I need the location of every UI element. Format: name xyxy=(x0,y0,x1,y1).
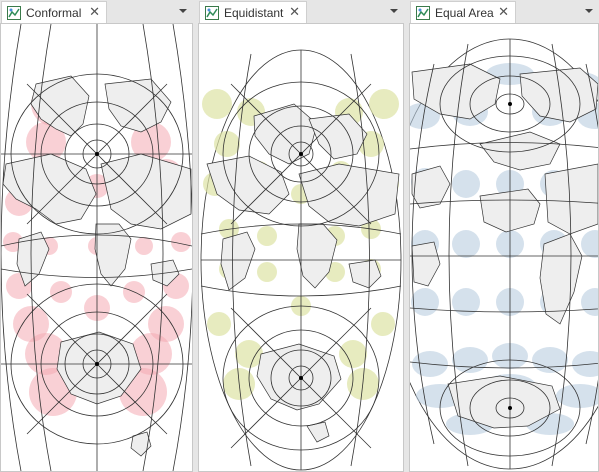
north-pole-marker xyxy=(508,102,512,106)
map-pane-equidistant: Equidistant ✕ xyxy=(198,0,404,472)
map-icon xyxy=(416,5,430,20)
map-pane-conformal: Conformal ✕ xyxy=(0,0,193,472)
tab-equidistant[interactable]: Equidistant ✕ xyxy=(199,1,307,23)
north-pole-marker xyxy=(95,152,99,156)
conformal-map xyxy=(1,24,192,471)
chevron-down-icon[interactable] xyxy=(177,5,189,17)
tab-conformal[interactable]: Conformal ✕ xyxy=(1,1,107,23)
north-pole-marker xyxy=(299,152,303,156)
chevron-down-icon[interactable] xyxy=(388,5,400,17)
tab-label: Equal Area xyxy=(435,5,494,20)
map-icon xyxy=(205,5,219,20)
south-pole-marker xyxy=(95,362,99,366)
map-icon xyxy=(7,5,21,20)
tab-equal-area[interactable]: Equal Area ✕ xyxy=(410,1,516,23)
tab-label: Equidistant xyxy=(224,5,284,20)
tab-bar: Conformal ✕ xyxy=(0,0,193,23)
close-icon[interactable]: ✕ xyxy=(498,4,509,20)
tab-label: Conformal xyxy=(26,5,82,20)
equal-area-map xyxy=(410,38,598,470)
tab-bar: Equal Area ✕ xyxy=(409,0,599,23)
close-icon[interactable]: ✕ xyxy=(289,4,300,20)
map-view-equidistant[interactable] xyxy=(198,23,404,472)
south-pole-marker xyxy=(508,406,512,410)
tab-bar: Equidistant ✕ xyxy=(198,0,404,23)
map-view-conformal[interactable] xyxy=(0,23,193,472)
south-pole-marker xyxy=(299,376,303,380)
chevron-down-icon[interactable] xyxy=(583,5,595,17)
close-icon[interactable]: ✕ xyxy=(89,4,100,20)
map-view-equal-area[interactable] xyxy=(409,23,599,472)
equidistant-map xyxy=(200,49,402,471)
map-pane-equal-area: Equal Area ✕ xyxy=(409,0,599,472)
